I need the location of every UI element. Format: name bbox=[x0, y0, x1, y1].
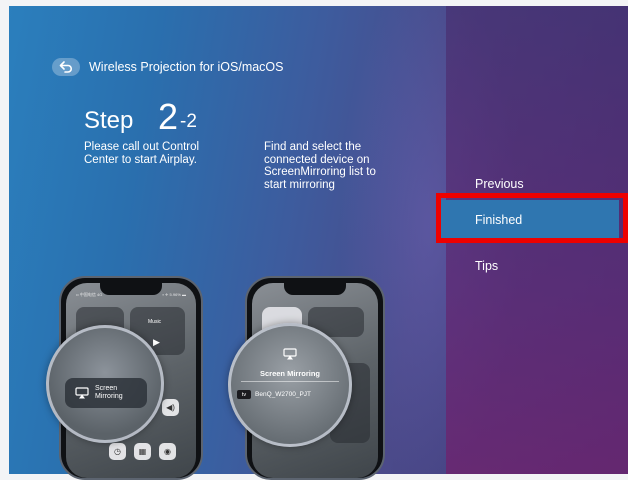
mirroring-title: Screen Mirroring bbox=[259, 369, 320, 378]
header: Wireless Projection for iOS/macOS bbox=[52, 56, 284, 78]
step-substep: -2 bbox=[180, 111, 197, 132]
airplay-icon bbox=[283, 348, 297, 360]
magnifier-control-center: Screen Mirroring bbox=[46, 325, 164, 443]
calculator-icon: ▦ bbox=[134, 443, 151, 460]
focus-highlight-box bbox=[436, 193, 628, 243]
phone-notch bbox=[284, 283, 346, 295]
tips-button[interactable]: Tips bbox=[438, 246, 619, 285]
volume-icon: ◀) bbox=[162, 399, 179, 416]
mirroring-header: Screen Mirroring bbox=[231, 348, 349, 381]
phone-status-battery: ▪ ✈ 5.96% ▬ bbox=[162, 292, 186, 297]
apple-tv-icon: tv bbox=[237, 390, 251, 399]
play-icon: ▶ bbox=[153, 337, 160, 347]
magnifier-mirroring-list: Screen Mirroring tv BenQ_W2700_PJT bbox=[228, 323, 352, 447]
phone-status-carrier: •• 中国电信 4G bbox=[76, 292, 103, 297]
divider bbox=[241, 381, 339, 382]
device-list-item[interactable]: tv BenQ_W2700_PJT bbox=[237, 390, 311, 399]
airplay-icon bbox=[75, 387, 89, 399]
screen-mirroring-label: Screen Mirroring bbox=[95, 385, 123, 400]
device-name: BenQ_W2700_PJT bbox=[255, 391, 312, 398]
page-title: Wireless Projection for iOS/macOS bbox=[89, 60, 284, 74]
instruction-right: Find and select the connected device on … bbox=[264, 141, 376, 191]
back-button[interactable] bbox=[52, 58, 80, 76]
screen-mirroring-button[interactable]: Screen Mirroring bbox=[65, 378, 147, 408]
music-label: Music bbox=[148, 319, 162, 325]
timer-icon: ◷ bbox=[109, 443, 126, 460]
instruction-left: Please call out Control Center to start … bbox=[84, 141, 200, 166]
phone-notch bbox=[100, 283, 162, 295]
camera-icon: ◉ bbox=[159, 443, 176, 460]
step-number: 2 bbox=[158, 96, 179, 137]
step-label: Step bbox=[84, 107, 134, 134]
back-arrow-icon bbox=[59, 61, 72, 73]
